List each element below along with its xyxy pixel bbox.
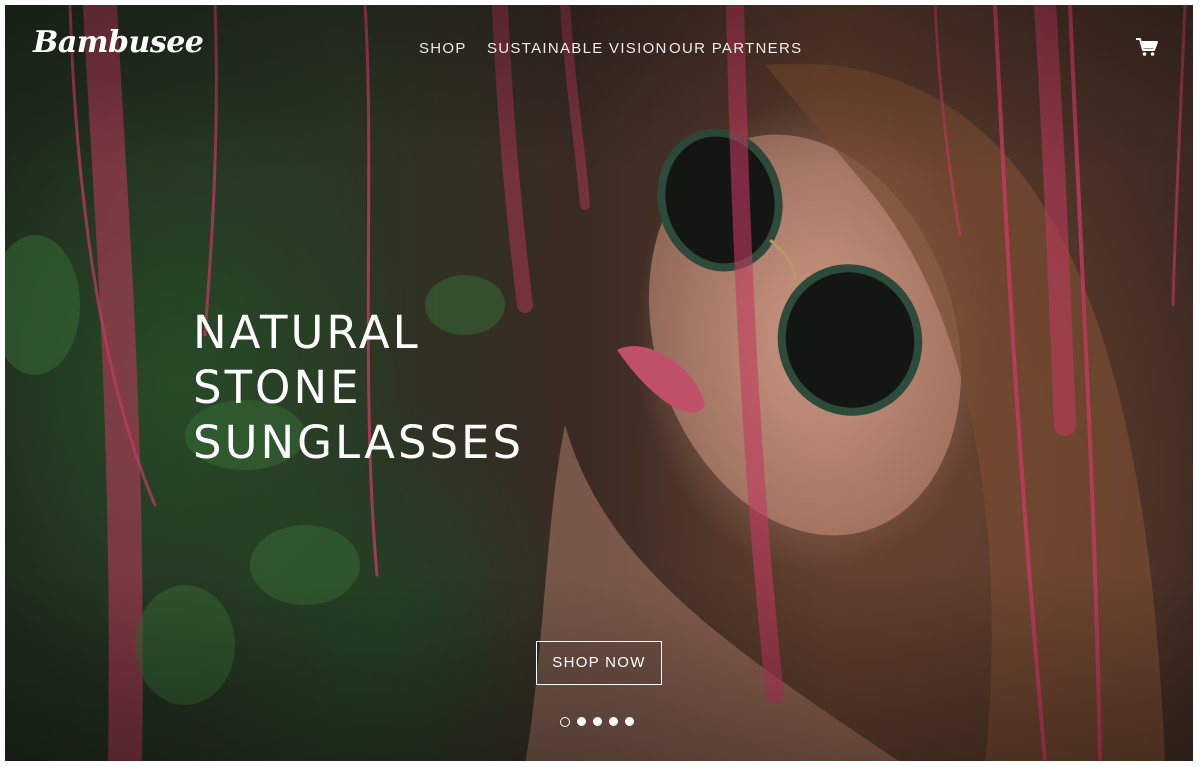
nav-item-our-partners[interactable]: OUR PARTNERS [669, 40, 802, 57]
slide-dot-3[interactable] [593, 717, 602, 726]
hero-headline: NATURAL STONE SUNGLASSES [193, 305, 524, 470]
slide-dot-5[interactable] [625, 717, 634, 726]
main-nav: SHOP SUSTAINABLE VISION OUR PARTNERS [5, 40, 1193, 60]
slideshow-pagination [560, 717, 634, 729]
slide-dot-4[interactable] [609, 717, 618, 726]
headline-line-natural: NATURAL [193, 306, 421, 359]
shop-now-button[interactable]: SHOP NOW [536, 641, 662, 685]
nav-item-sustainable-vision[interactable]: SUSTAINABLE VISION [487, 40, 668, 57]
slide-dot-1[interactable] [560, 717, 570, 727]
slide-dot-2[interactable] [577, 717, 586, 726]
nav-item-shop[interactable]: SHOP [419, 40, 467, 57]
headline-line-stone: STONE [193, 361, 362, 414]
hero-section: Bambusee SHOP SUSTAINABLE VISION OUR PAR… [5, 5, 1193, 761]
headline-line-sunglasses: SUNGLASSES [193, 416, 525, 469]
shopping-cart-icon[interactable] [1135, 37, 1159, 57]
